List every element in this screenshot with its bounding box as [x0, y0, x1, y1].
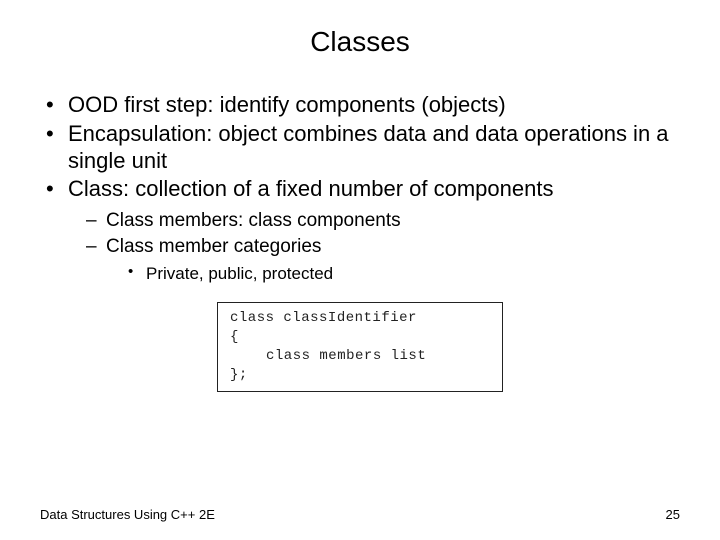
code-snippet-box: class classIdentifier { class members li… — [217, 302, 503, 392]
sub-sub-list: Private, public, protected — [128, 263, 680, 284]
list-item: Class: collection of a fixed number of c… — [42, 176, 680, 284]
list-item: Private, public, protected — [128, 263, 680, 284]
list-item: OOD first step: identify components (obj… — [42, 92, 680, 119]
code-line: class members list — [230, 347, 490, 366]
list-item: Class member categories Private, public,… — [86, 235, 680, 284]
bullet-text: Class members: class components — [106, 210, 401, 231]
bullet-text: OOD first step: identify components (obj… — [68, 92, 506, 117]
bullet-text: Encapsulation: object combines data and … — [68, 121, 669, 173]
bullet-text: Private, public, protected — [146, 264, 333, 283]
list-item: Class members: class components — [86, 209, 680, 233]
bullet-list: OOD first step: identify components (obj… — [42, 92, 680, 284]
sub-list: Class members: class components Class me… — [86, 209, 680, 284]
slide: Classes OOD first step: identify compone… — [0, 0, 720, 540]
footer-page-number: 25 — [666, 507, 680, 522]
bullet-text: Class: collection of a fixed number of c… — [68, 176, 553, 201]
code-line: class classIdentifier — [230, 309, 490, 328]
footer-left: Data Structures Using C++ 2E — [40, 507, 215, 522]
slide-footer: Data Structures Using C++ 2E 25 — [40, 507, 680, 522]
list-item: Encapsulation: object combines data and … — [42, 121, 680, 175]
code-line: }; — [230, 366, 490, 385]
page-title: Classes — [40, 26, 680, 58]
code-line: { — [230, 328, 490, 347]
bullet-text: Class member categories — [106, 236, 321, 257]
